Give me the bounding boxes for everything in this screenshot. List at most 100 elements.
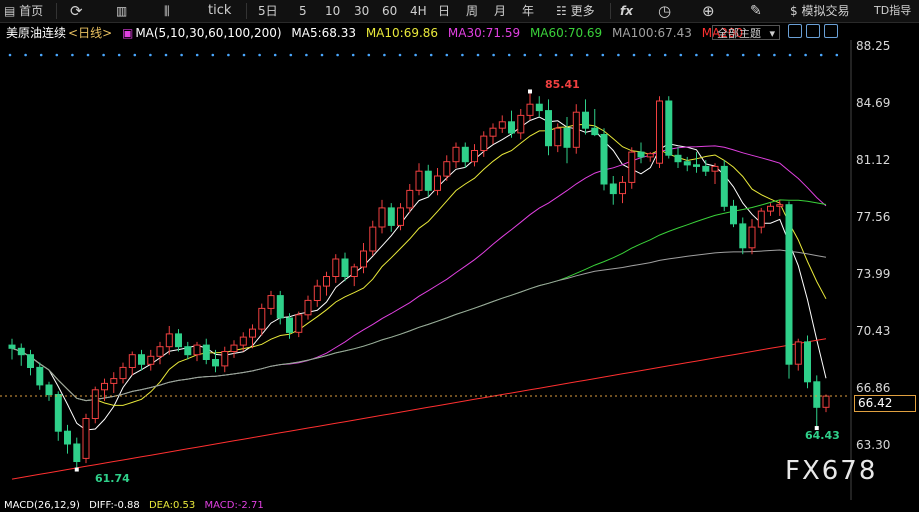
- low-label: 61.74: [95, 472, 130, 485]
- candle-down: [591, 127, 599, 136]
- marker-dot: [180, 53, 183, 57]
- candle-up: [221, 351, 229, 367]
- candle-up: [369, 226, 377, 252]
- candle-up: [110, 378, 118, 384]
- marker-dot: [24, 53, 27, 57]
- macd-diff: DIFF:-0.88: [89, 500, 140, 511]
- candle-down: [582, 111, 589, 129]
- candle-down: [36, 366, 44, 386]
- marker-dot: [773, 53, 776, 57]
- marker-dot: [8, 53, 12, 57]
- candle-up: [656, 100, 663, 164]
- price-tick: 66.86: [856, 381, 891, 395]
- candle-up: [295, 314, 303, 333]
- candle-down: [461, 146, 469, 163]
- candle-down: [138, 354, 145, 365]
- marker-dot: [55, 53, 59, 57]
- marker-dot: [195, 53, 199, 57]
- candle-up: [193, 344, 201, 356]
- candlestick-chart[interactable]: [0, 0, 919, 512]
- price-tick: 77.56: [856, 210, 891, 224]
- marker-dot: [757, 53, 761, 57]
- marker-dot: [71, 53, 74, 57]
- marker-dot: [461, 53, 464, 57]
- candle-down: [27, 354, 34, 369]
- marker-dot: [523, 53, 527, 57]
- candle-down: [535, 103, 543, 112]
- marker-dot: [336, 53, 339, 57]
- marker-dot: [367, 53, 371, 57]
- candle-up: [443, 161, 451, 177]
- price-tick: 84.69: [856, 96, 891, 110]
- candle-up: [452, 146, 460, 163]
- candle-down: [341, 258, 349, 277]
- marker-dot: [149, 53, 152, 57]
- marker-dot: [788, 53, 792, 57]
- marker-dot: [507, 53, 511, 57]
- candle-up: [323, 276, 330, 287]
- candle-down: [175, 333, 182, 348]
- candle-down: [813, 381, 821, 408]
- price-tick: 81.12: [856, 153, 891, 167]
- candle-up: [711, 165, 719, 172]
- candle-up: [572, 111, 580, 148]
- candle-down: [45, 384, 53, 396]
- marker-dot: [86, 53, 90, 57]
- marker-dot: [320, 53, 324, 57]
- candle-up: [119, 366, 127, 380]
- marker-dot: [741, 53, 745, 57]
- marker-dot: [679, 53, 683, 57]
- candle-down: [693, 164, 700, 167]
- candle-up: [91, 389, 99, 419]
- candle-down: [702, 165, 710, 172]
- marker-dot: [570, 53, 573, 57]
- candle-down: [600, 134, 608, 185]
- candle-down: [202, 344, 210, 361]
- candle-up: [517, 114, 525, 134]
- candle-up: [480, 135, 488, 152]
- candle-down: [387, 207, 395, 226]
- candle-down: [563, 127, 571, 148]
- marker-dot: [445, 53, 449, 57]
- price-tick: 70.43: [856, 324, 891, 338]
- price-tick: 73.99: [856, 267, 891, 281]
- marker-dot: [710, 53, 714, 57]
- candle-down: [508, 121, 515, 134]
- marker-dot: [258, 53, 261, 57]
- marker-dot: [414, 53, 417, 57]
- candle-down: [64, 430, 71, 445]
- marker-dot: [554, 53, 558, 57]
- marker-dot: [695, 53, 698, 57]
- candle-down: [424, 170, 432, 191]
- marker-dot: [133, 53, 137, 57]
- price-axis: 88.25 84.69 81.12 77.56 73.99 70.43 66.8…: [856, 39, 919, 500]
- high-label: 85.41: [545, 78, 580, 91]
- candle-up: [230, 344, 238, 353]
- candle-down: [212, 359, 219, 367]
- marker-dot: [835, 53, 839, 57]
- extreme-marker: [528, 89, 532, 94]
- marker-dot: [398, 53, 402, 57]
- candle-down: [683, 161, 691, 166]
- candle-up: [128, 354, 136, 369]
- marker-dot: [383, 53, 386, 57]
- candle-down: [609, 183, 617, 195]
- marker-dot: [601, 53, 605, 57]
- candle-down: [637, 151, 645, 158]
- candle-up: [415, 170, 423, 191]
- marker-dot: [227, 53, 230, 57]
- marker-dot: [351, 53, 355, 57]
- candle-down: [674, 154, 682, 163]
- ma100-line: [11, 249, 827, 402]
- candle-up: [489, 127, 497, 137]
- marker-dot: [273, 53, 277, 57]
- marker-dot: [39, 53, 43, 57]
- candle-up: [822, 395, 830, 408]
- macd-value: MACD:-2.71: [204, 500, 264, 511]
- candle-down: [286, 317, 293, 333]
- marker-dot: [617, 53, 620, 57]
- marker-dot: [211, 53, 215, 57]
- candle-down: [8, 344, 16, 349]
- marker-dot: [648, 53, 651, 57]
- candle-down: [739, 223, 747, 249]
